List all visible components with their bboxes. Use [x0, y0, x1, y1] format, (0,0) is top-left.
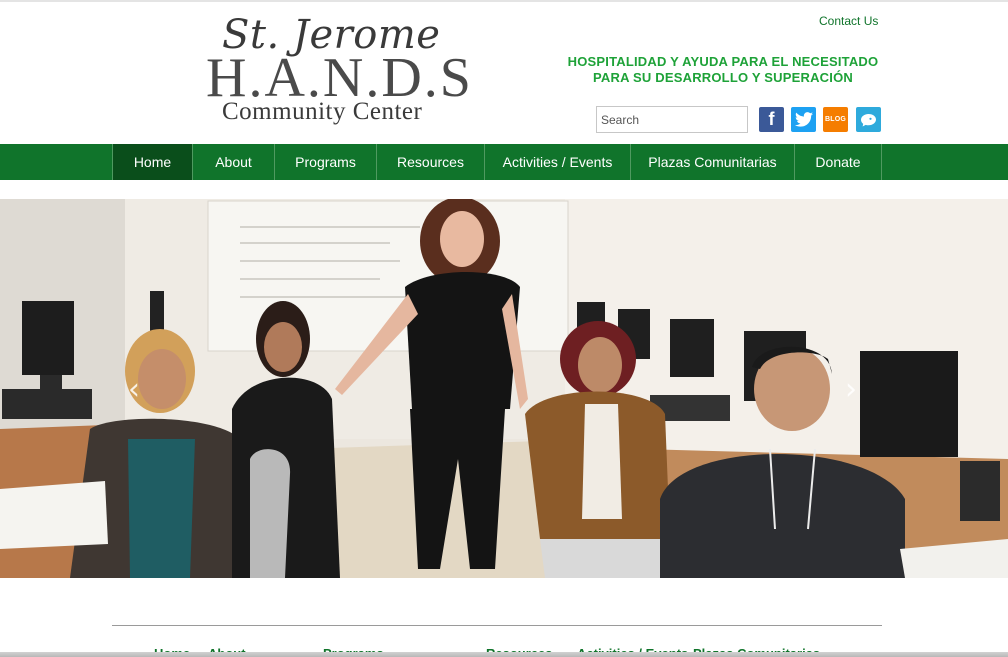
facebook-icon[interactable]: f	[759, 107, 784, 132]
nav-home[interactable]: Home	[112, 144, 192, 180]
tagline-line-2: PARA SU DESARROLLO Y SUPERACIÓN	[593, 70, 853, 85]
search-input[interactable]	[596, 106, 748, 133]
footer-divider	[112, 625, 882, 626]
chat-bubble-icon[interactable]	[856, 107, 881, 132]
speech-bubble-glyph	[861, 113, 876, 126]
facebook-glyph: f	[768, 109, 775, 129]
bottom-edge	[0, 652, 1008, 657]
nav-plazas-comunitarias[interactable]: Plazas Comunitarias	[630, 144, 794, 180]
blog-icon[interactable]: BLOG	[823, 107, 848, 132]
nav-resources[interactable]: Resources	[376, 144, 484, 180]
nav-about[interactable]: About	[192, 144, 274, 180]
slider-next-arrow[interactable]: ›	[845, 375, 857, 405]
tagline: HOSPITALIDAD Y AYUDA PARA EL NECESITADO …	[556, 54, 890, 86]
tagline-line-1: HOSPITALIDAD Y AYUDA PARA EL NECESITADO	[567, 54, 879, 69]
site-logo[interactable]: St. Jerome H.A.N.D.S Community Center	[206, 12, 472, 130]
nav-donate[interactable]: Donate	[794, 144, 882, 180]
top-border	[0, 0, 1008, 2]
contact-us-link[interactable]: Contact Us	[819, 14, 878, 28]
twitter-icon[interactable]	[791, 107, 816, 132]
main-nav-list: Home About Programs Resources Activities…	[112, 144, 882, 180]
logo-line-3: Community Center	[222, 98, 423, 125]
nav-activities-events[interactable]: Activities / Events	[484, 144, 630, 180]
slider-prev-arrow[interactable]: ‹	[128, 375, 140, 405]
blog-glyph: BLOG	[824, 116, 847, 123]
nav-programs[interactable]: Programs	[274, 144, 376, 180]
twitter-bird-glyph	[794, 112, 813, 127]
main-nav: Home About Programs Resources Activities…	[0, 144, 1008, 180]
